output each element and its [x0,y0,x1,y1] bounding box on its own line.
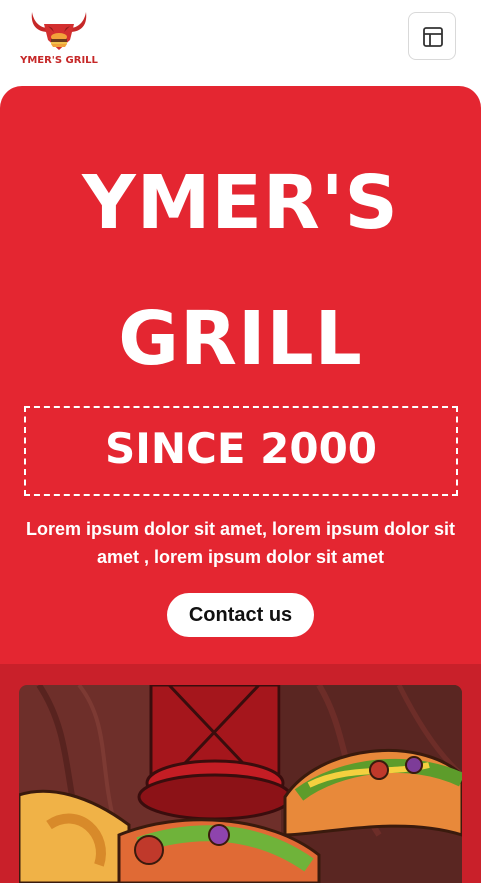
grilled-food-image [19,685,462,883]
hero-title-line2: GRILL [118,296,363,382]
since-text: SINCE 2000 [104,424,378,473]
logo-text: YMER'S GRILL [20,55,98,66]
brand-logo[interactable]: YMER'S GRILL [18,6,100,70]
hero-title-line1: YMER'S [82,160,399,246]
contact-us-button[interactable]: Contact us [167,593,314,637]
since-badge: SINCE 2000 [24,406,458,496]
food-illustration [19,685,462,883]
menu-toggle-button[interactable] [408,12,456,60]
top-bar: YMER'S GRILL [0,0,481,86]
bull-burger-icon [31,12,87,50]
hero-section: YMER'S GRILL SINCE 2000 Lorem ipsum dolo… [0,86,481,883]
layout-icon [423,27,443,47]
hero-tagline: Lorem ipsum dolor sit amet, lorem ipsum … [25,519,456,567]
